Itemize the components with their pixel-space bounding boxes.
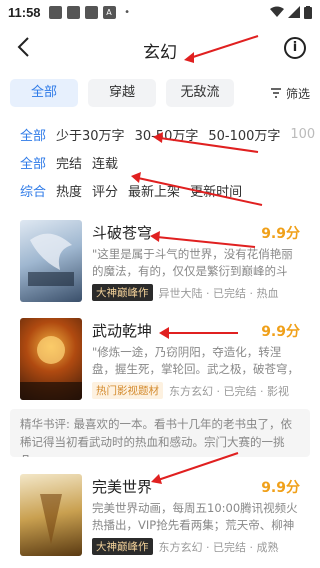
book-cover bbox=[20, 318, 82, 400]
word-filter-option[interactable]: 全部 bbox=[20, 125, 46, 144]
wifi-icon bbox=[270, 6, 284, 17]
sort-option[interactable]: 最新上架 bbox=[128, 181, 180, 200]
info-icon[interactable]: i bbox=[284, 37, 306, 59]
signal-icon bbox=[288, 6, 300, 18]
status-filter-option[interactable]: 连载 bbox=[92, 153, 118, 172]
book-description: "这里是属于斗气的世界，没有花俏艳丽的魔法，有的，仅仅是繁衍到巅峰的斗气！ 新.… bbox=[92, 247, 293, 278]
book-tags: 异世大陆 · 已完结 · 热血 bbox=[158, 286, 279, 300]
book-description: 完美世界动画，每周五10:00腾讯视频火热播出，VIP抢先看两集；荒天帝、柳神等… bbox=[92, 501, 298, 532]
a-icon: A bbox=[102, 5, 116, 19]
book-tags: 东方玄幻 · 已完结 · 影视 bbox=[169, 384, 289, 398]
word-filter-option[interactable]: 100 bbox=[290, 127, 315, 142]
sort-option[interactable]: 热度 bbox=[56, 181, 82, 200]
filter-label: 筛选 bbox=[285, 86, 310, 101]
word-count-filter: 全部 少于30万字 30-50万字 50-100万字 100 bbox=[0, 120, 320, 148]
review-quote[interactable]: 精华书评: 最喜欢的一本。看书十几年的老书虫了，依稀记得当初看武动时的热血和感动… bbox=[10, 409, 310, 457]
app-icon bbox=[84, 5, 98, 19]
status-filter-option[interactable]: 全部 bbox=[20, 153, 46, 172]
book-score: 9.9分 bbox=[261, 226, 300, 242]
category-tabs: 全部 穿越 无敌流 筛选 bbox=[0, 76, 320, 110]
book-title: 斗破苍穹 bbox=[92, 224, 153, 242]
book-badge: 大神巅峰作 bbox=[92, 538, 153, 555]
book-score: 9.9分 bbox=[261, 480, 300, 496]
book-item[interactable]: 完美世界 9.9分 完美世界动画，每周五10:00腾讯视频火热播出，VIP抢先看… bbox=[0, 464, 320, 562]
page-title: 玄幻 bbox=[143, 43, 177, 63]
sort-option[interactable]: 更新时间 bbox=[190, 181, 242, 200]
book-cover bbox=[20, 474, 82, 556]
sort-filter: 综合 热度 评分 最新上架 更新时间 bbox=[0, 176, 320, 204]
app-icon bbox=[66, 5, 80, 19]
sort-option[interactable]: 评分 bbox=[92, 181, 118, 200]
filter-icon bbox=[270, 88, 281, 98]
book-item[interactable]: 斗破苍穹 9.9分 "这里是属于斗气的世界，没有花俏艳丽的魔法，有的，仅仅是繁衍… bbox=[0, 210, 320, 308]
tab-invincible[interactable]: 无敌流 bbox=[166, 79, 234, 107]
word-filter-option[interactable]: 30-50万字 bbox=[135, 125, 199, 144]
book-meta: 热门影视题材 东方玄幻 · 已完结 · 影视 bbox=[92, 382, 289, 399]
book-description: "修炼一途，乃窃阴阳，夺造化，转涅盘，握生死，掌轮回。武之极，破苍穹，动乾... bbox=[92, 345, 299, 376]
book-score: 9.9分 bbox=[261, 324, 300, 340]
book-item[interactable]: 武动乾坤 9.9分 "修炼一途，乃窃阴阳，夺造化，转涅盘，握生死，掌轮回。武之极… bbox=[0, 308, 320, 406]
word-filter-option[interactable]: 少于30万字 bbox=[56, 125, 125, 144]
book-list: 斗破苍穹 9.9分 "这里是属于斗气的世界，没有花俏艳丽的魔法，有的，仅仅是繁衍… bbox=[0, 210, 320, 556]
status-filter-option[interactable]: 完结 bbox=[56, 153, 82, 172]
title-bar: 玄幻 i bbox=[0, 24, 320, 74]
sort-option[interactable]: 综合 bbox=[20, 181, 46, 200]
book-badge: 热门影视题材 bbox=[92, 382, 163, 399]
dot-icon: • bbox=[124, 6, 130, 18]
battery-icon bbox=[304, 5, 312, 19]
tab-time-travel[interactable]: 穿越 bbox=[88, 79, 156, 107]
book-badge: 大神巅峰作 bbox=[92, 284, 153, 301]
status-filter: 全部 完结 连载 bbox=[0, 148, 320, 176]
book-title: 完美世界 bbox=[92, 478, 153, 496]
book-cover bbox=[20, 220, 82, 302]
word-filter-option[interactable]: 50-100万字 bbox=[208, 125, 280, 144]
status-time: 11:58 bbox=[8, 4, 41, 20]
book-meta: 大神巅峰作 异世大陆 · 已完结 · 热血 bbox=[92, 284, 278, 301]
app-icon bbox=[48, 5, 62, 19]
filter-button[interactable]: 筛选 bbox=[270, 85, 310, 102]
book-meta: 大神巅峰作 东方玄幻 · 已完结 · 成熟 bbox=[92, 538, 278, 555]
status-bar: 11:58 A • bbox=[0, 0, 320, 24]
book-title: 武动乾坤 bbox=[92, 322, 153, 340]
book-tags: 东方玄幻 · 已完结 · 成熟 bbox=[158, 540, 279, 554]
tab-all[interactable]: 全部 bbox=[10, 79, 78, 107]
